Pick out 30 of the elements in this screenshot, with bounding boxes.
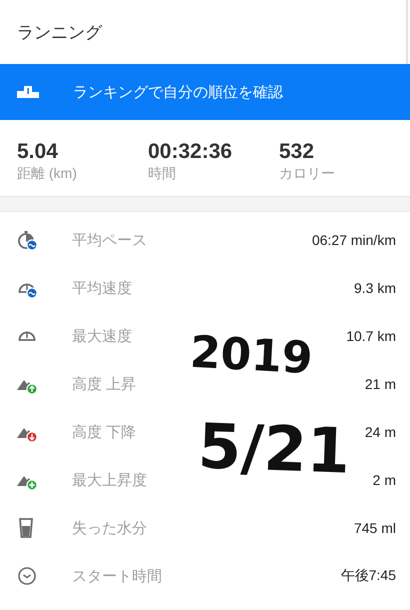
stat-value: 午後7:45 <box>340 567 396 585</box>
summary-value: 5.04 <box>17 140 59 164</box>
stat-value: 21 m <box>364 376 396 392</box>
stat-value: 10.7 km <box>346 328 396 344</box>
stat-label: 高度 上昇 <box>72 374 138 394</box>
handwritten-note: 2019 <box>188 330 314 382</box>
podium-icon <box>17 86 39 98</box>
stat-label: 最大速度 <box>72 326 133 346</box>
screen-title: ランニング <box>17 22 102 44</box>
stat-value: 745 ml <box>354 520 396 536</box>
stat-value: 24 m <box>364 424 396 440</box>
stat-label: スタート時間 <box>72 566 163 586</box>
summary-label: 時間 <box>148 164 177 182</box>
summary-value: 532 <box>279 140 316 164</box>
banner-text: ランキングで自分の順位を確認 <box>73 82 283 102</box>
summary-label: カロリー <box>279 164 336 182</box>
summary-value: 00:32:36 <box>148 140 234 164</box>
summary-label: 距離 (km) <box>17 164 78 182</box>
stat-value: 06:27 min/km <box>312 232 396 248</box>
ranking-banner[interactable]: ランキングで自分の順位を確認 <box>0 64 410 120</box>
stat-label: 失った水分 <box>72 518 148 538</box>
stopwatch-icon <box>17 230 38 250</box>
stat-label: 高度 下降 <box>72 422 138 442</box>
handwritten-note: 5/21 <box>196 415 352 483</box>
stat-value: 2 m <box>372 472 396 488</box>
stat-label: 平均速度 <box>72 278 133 298</box>
stat-label: 最大上昇度 <box>72 470 148 490</box>
stat-value: 9.3 km <box>354 280 396 296</box>
stat-label: 平均ペース <box>72 230 148 250</box>
clock-icon <box>17 566 38 586</box>
